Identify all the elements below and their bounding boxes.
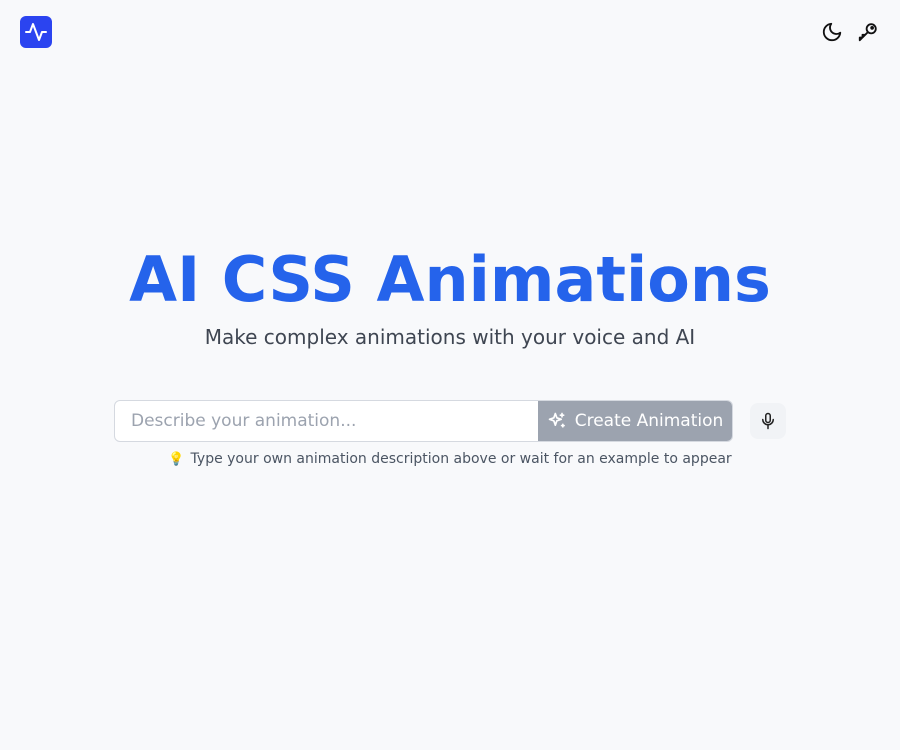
- lightbulb-icon: 💡: [168, 452, 185, 467]
- page-title: AI CSS Animations: [129, 243, 771, 316]
- hint-text: 💡 Type your own animation description abo…: [0, 451, 900, 467]
- voice-input-button[interactable]: [750, 403, 786, 439]
- header-actions: [820, 20, 880, 44]
- activity-pulse-icon: [25, 23, 47, 41]
- animation-description-input[interactable]: [115, 401, 538, 441]
- hint-label: Type your own animation description abov…: [190, 451, 732, 467]
- prompt-input-group: Create Animation: [114, 400, 733, 442]
- create-animation-label: Create Animation: [574, 411, 724, 431]
- api-key-button[interactable]: [856, 20, 880, 44]
- app-logo[interactable]: [20, 16, 52, 48]
- create-animation-button[interactable]: Create Animation: [538, 401, 732, 441]
- key-icon: [858, 23, 877, 42]
- hero: AI CSS Animations Make complex animation…: [0, 240, 900, 352]
- page-subtitle: Make complex animations with your voice …: [204, 325, 696, 349]
- microphone-icon: [762, 412, 774, 430]
- theme-toggle-button[interactable]: [820, 20, 844, 44]
- prompt-row: Create Animation: [114, 400, 786, 442]
- sparkles-icon: [548, 412, 565, 428]
- moon-icon: [822, 22, 842, 42]
